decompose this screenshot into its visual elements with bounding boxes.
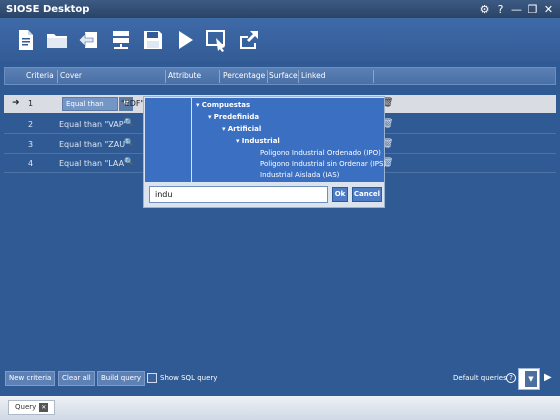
title-bar: SIOSE Desktop ⚙ ? — ❐ ✕ bbox=[0, 0, 560, 18]
tree-leaf[interactable]: Industrial Aislada (IAS) bbox=[260, 171, 339, 179]
tab-query[interactable]: Query ✕ bbox=[8, 400, 56, 415]
search-icon[interactable]: 🔍 bbox=[124, 138, 134, 147]
col-criteria: Criteria bbox=[26, 71, 54, 80]
tree-node[interactable]: ▾ Compuestas bbox=[196, 101, 250, 109]
col-percentage: Percentage bbox=[223, 71, 266, 80]
search-icon[interactable]: 🔍 bbox=[124, 118, 134, 127]
current-row-arrow-icon: ➜ bbox=[12, 98, 20, 108]
build-query-button[interactable]: Build query bbox=[97, 371, 146, 386]
new-criteria-button[interactable]: New criteria bbox=[5, 371, 56, 386]
play-icon[interactable] bbox=[172, 25, 198, 55]
col-linked: Linked bbox=[301, 71, 326, 80]
popup-left-pane bbox=[145, 98, 191, 182]
app-title: SIOSE Desktop bbox=[6, 3, 90, 15]
select-window-icon[interactable] bbox=[204, 25, 230, 55]
cover-tree: ▾ Compuestas ▾ Predefinida ▾ Artificial … bbox=[192, 98, 386, 182]
col-surface: Surface bbox=[269, 71, 298, 80]
condition-select[interactable]: Equal than ▼ bbox=[62, 97, 133, 111]
default-queries-select[interactable]: ▼ bbox=[518, 368, 540, 390]
tree-leaf[interactable]: Poligono Industrial sin Ordenar (IPS) bbox=[260, 160, 386, 168]
cancel-button[interactable]: Cancel bbox=[352, 187, 382, 202]
clear-all-button[interactable]: Clear all bbox=[58, 371, 95, 386]
default-queries-label: Default queries bbox=[453, 374, 507, 382]
ok-button[interactable]: Ok bbox=[332, 187, 348, 202]
tree-node[interactable]: ▾ Artificial bbox=[222, 125, 261, 133]
run-default-query-icon[interactable]: ▶ bbox=[544, 372, 552, 383]
export-icon[interactable] bbox=[236, 25, 262, 55]
new-document-icon[interactable] bbox=[12, 25, 38, 55]
column-header: Criteria Cover Attribute Percentage Surf… bbox=[4, 67, 556, 85]
filter-input[interactable]: indu bbox=[149, 186, 328, 203]
back-icon[interactable] bbox=[76, 25, 102, 55]
gear-icon[interactable]: ⚙ bbox=[478, 3, 491, 16]
toolbar bbox=[0, 18, 560, 62]
maximize-icon[interactable]: ❐ bbox=[526, 3, 539, 16]
show-sql-checkbox[interactable] bbox=[147, 373, 157, 383]
tree-leaf[interactable]: Poligono Industrial Ordenado (IPO) bbox=[260, 149, 381, 157]
cover-value: "EDF" bbox=[121, 99, 145, 108]
cover-picker-popup: ▾ Compuestas ▾ Predefinida ▾ Artificial … bbox=[143, 96, 386, 208]
show-sql-label: Show SQL query bbox=[160, 374, 218, 382]
open-folder-icon[interactable] bbox=[44, 25, 70, 55]
close-icon[interactable]: ✕ bbox=[542, 3, 555, 16]
col-cover: Cover bbox=[60, 71, 82, 80]
tree-node[interactable]: ▾ Industrial bbox=[236, 137, 280, 145]
bottom-bar: New criteria Clear all Build query Show … bbox=[0, 362, 560, 396]
col-attribute: Attribute bbox=[168, 71, 202, 80]
help-icon[interactable]: ? bbox=[494, 3, 507, 16]
help-icon[interactable]: ? bbox=[506, 373, 516, 383]
window-controls: ⚙ ? — ❐ ✕ bbox=[478, 3, 560, 16]
chevron-down-icon[interactable]: ▼ bbox=[525, 371, 537, 387]
search-icon[interactable]: 🔍 bbox=[124, 157, 134, 166]
server-icon[interactable] bbox=[108, 25, 134, 55]
save-icon[interactable] bbox=[140, 25, 166, 55]
close-tab-icon[interactable]: ✕ bbox=[39, 403, 49, 412]
minimize-icon[interactable]: — bbox=[510, 3, 523, 16]
tab-bar: Query ✕ bbox=[0, 396, 560, 420]
tree-node[interactable]: ▾ Predefinida bbox=[208, 113, 259, 121]
